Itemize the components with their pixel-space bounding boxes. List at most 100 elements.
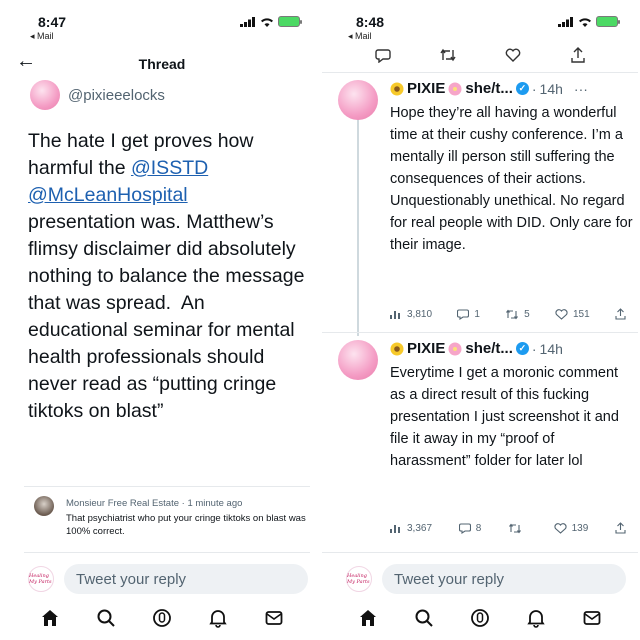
spaces-icon[interactable]: [150, 606, 174, 630]
reply-composer: Healing My Parts: [322, 558, 638, 602]
back-to-mail-link[interactable]: ◂ Mail: [348, 31, 372, 42]
reply-icon: [457, 309, 470, 320]
like-metric[interactable]: 139: [554, 522, 588, 534]
avatar[interactable]: [30, 80, 60, 110]
tweet-metrics: 3,367 8 139: [390, 522, 626, 534]
reply-metric[interactable]: 1: [457, 308, 480, 320]
messages-icon[interactable]: [262, 606, 286, 630]
messages-icon[interactable]: [580, 606, 604, 630]
like-count: 151: [573, 308, 590, 320]
reply-composer: Healing My Parts: [4, 558, 320, 602]
views-metric[interactable]: 3,810: [390, 309, 432, 320]
sunflower-emoji-icon: [390, 82, 404, 95]
search-icon[interactable]: [412, 606, 436, 630]
home-icon[interactable]: [38, 606, 62, 630]
reply-header: Monsieur Free Real Estate · 1 minute ago: [66, 498, 243, 509]
retweet-metric[interactable]: [508, 523, 527, 534]
verified-badge-icon: ✓: [515, 82, 529, 95]
tweet-text: The hate I get proves how harmful the @I…: [28, 128, 308, 425]
sunflower-emoji-icon: [390, 342, 404, 355]
like-icon: [554, 522, 567, 534]
home-icon[interactable]: [356, 606, 380, 630]
reply-metric[interactable]: 8: [458, 522, 482, 534]
wifi-icon: [261, 17, 273, 27]
retweet-icon[interactable]: [439, 46, 457, 64]
reply-icon[interactable]: [374, 46, 392, 64]
tweet-text: Everytime I get a moronic comment as a d…: [390, 365, 619, 469]
divider: [24, 486, 310, 487]
mention-link-isstd[interactable]: @ISSTD: [131, 157, 208, 179]
status-icons: [240, 16, 302, 27]
status-icons: [558, 16, 620, 27]
reply-icon: [458, 523, 471, 534]
signal-icon: [558, 16, 573, 27]
share-metric[interactable]: [615, 308, 626, 320]
profile-logo[interactable]: Healing My Parts: [28, 566, 54, 592]
back-to-mail-link[interactable]: ◂ Mail: [30, 31, 54, 42]
like-icon: [555, 308, 568, 320]
tweet-header: PIXIE she/t... ✓ · 14h: [390, 340, 563, 357]
share-metric[interactable]: [615, 522, 626, 534]
reply-count: 8: [475, 522, 482, 534]
tweet-reply-input[interactable]: [64, 564, 308, 594]
cherry-blossom-emoji-icon: [448, 82, 462, 95]
battery-charging-icon: [278, 16, 302, 27]
display-name[interactable]: PIXIE: [407, 340, 445, 357]
tweet-text-part: presentation was. Matthew’s flimsy discl…: [28, 211, 310, 422]
bottom-tab-bar: [322, 606, 638, 636]
author-handle[interactable]: @pixieeelocks: [68, 87, 165, 104]
views-icon: [390, 525, 400, 533]
retweet-icon: [508, 523, 521, 533]
wifi-icon: [579, 17, 591, 27]
status-bar: 8:47 ◂ Mail: [4, 0, 320, 42]
spaces-icon[interactable]: [468, 606, 492, 630]
tweet-metrics: 3,810 1 5 151: [390, 308, 626, 320]
reply-time: 1 minute ago: [187, 498, 243, 509]
thread-tweet[interactable]: PIXIE she/t... ✓ · 14h Everytime I get a…: [338, 340, 634, 550]
views-count: 3,367: [407, 522, 433, 534]
tweet-time[interactable]: 14h: [540, 341, 563, 357]
search-icon[interactable]: [94, 606, 118, 630]
tweet-time[interactable]: 14h: [540, 81, 563, 97]
thread-tweet[interactable]: PIXIE she/t... ✓ · 14h ··· Hope they’re …: [338, 80, 634, 332]
pronouns: she/t...: [465, 340, 513, 357]
views-icon: [390, 311, 400, 319]
share-icon: [615, 522, 626, 534]
notifications-icon[interactable]: [524, 606, 548, 630]
signal-icon: [240, 16, 255, 27]
status-time: 8:47: [38, 14, 67, 30]
separator-dot: ·: [531, 340, 537, 357]
tweet-reply-input[interactable]: [382, 564, 626, 594]
previous-tweet-actions: [322, 46, 638, 66]
views-metric[interactable]: 3,367: [390, 523, 432, 534]
bottom-tab-bar: [4, 606, 320, 636]
divider: [322, 552, 638, 553]
retweet-icon: [506, 309, 519, 319]
share-icon[interactable]: [569, 46, 587, 64]
mention-link-mclean[interactable]: @McLeanHospital: [28, 184, 188, 206]
status-time: 8:48: [356, 14, 385, 30]
retweet-metric[interactable]: 5: [505, 309, 530, 320]
like-icon[interactable]: [504, 46, 522, 64]
avatar[interactable]: [338, 340, 378, 380]
reply-text: That psychiatrist who put your cringe ti…: [66, 513, 306, 537]
page-title: Thread: [138, 56, 186, 72]
more-options-icon[interactable]: ···: [574, 81, 588, 97]
profile-logo[interactable]: Healing My Parts: [346, 566, 372, 592]
share-icon: [615, 308, 626, 320]
like-metric[interactable]: 151: [555, 309, 590, 320]
retweet-count: 5: [524, 308, 530, 320]
tweet-header: PIXIE she/t... ✓ · 14h ···: [390, 80, 588, 97]
notifications-icon[interactable]: [206, 606, 230, 630]
tweet-text: Hope they’re all having a wonderful time…: [390, 105, 633, 253]
reply-count: 1: [474, 308, 480, 320]
divider: [322, 332, 638, 333]
battery-charging-icon: [596, 16, 620, 27]
reply-author[interactable]: Monsieur Free Real Estate: [66, 498, 179, 509]
avatar[interactable]: [338, 80, 378, 120]
right-screenshot: 8:48 ◂ Mail PIXIE she/t... ✓ · 14h ··· H…: [322, 0, 638, 640]
avatar[interactable]: [34, 496, 54, 516]
tweet-author-row[interactable]: @pixieeelocks: [30, 80, 165, 110]
verified-badge-icon: ✓: [515, 342, 529, 355]
display-name[interactable]: PIXIE: [407, 80, 445, 97]
